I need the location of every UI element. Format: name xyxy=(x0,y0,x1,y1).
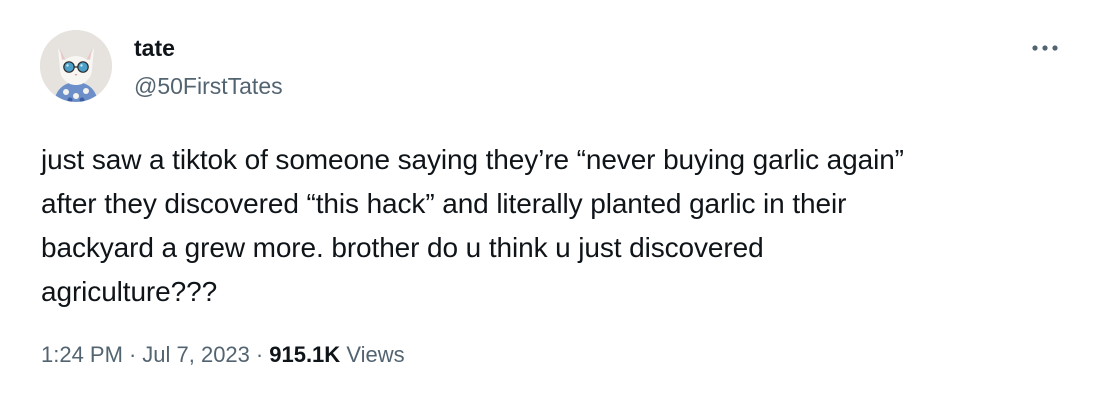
tweet-text-line: after they discovered “this hack” and li… xyxy=(41,188,847,219)
display-name[interactable]: tate xyxy=(134,34,283,62)
views-label: Views xyxy=(346,342,405,367)
more-horizontal-icon xyxy=(1032,45,1058,51)
views-count[interactable]: 915.1K xyxy=(269,342,340,367)
tweet-time[interactable]: 1:24 PM xyxy=(41,342,123,367)
avatar[interactable] xyxy=(40,30,112,102)
tweet-text-line: backyard a grew more. brother do u think… xyxy=(41,232,764,263)
tweet-meta: 1:24 PM · Jul 7, 2023 · 915.1K Views xyxy=(41,341,405,369)
user-handle[interactable]: @50FirstTates xyxy=(134,72,283,100)
author-info: tate @50FirstTates xyxy=(134,34,283,100)
tweet-card: tate @50FirstTates just saw a tiktok of … xyxy=(0,0,1100,402)
tweet-text: just saw a tiktok of someone saying they… xyxy=(41,138,1051,314)
tweet-text-line: just saw a tiktok of someone saying they… xyxy=(41,144,904,175)
cat-avatar-icon xyxy=(40,30,112,102)
meta-separator: · xyxy=(128,342,137,367)
tweet-date[interactable]: Jul 7, 2023 xyxy=(142,342,250,367)
meta-separator: · xyxy=(255,342,264,367)
tweet-text-line: agriculture??? xyxy=(41,276,218,307)
more-options-button[interactable] xyxy=(1022,34,1068,62)
